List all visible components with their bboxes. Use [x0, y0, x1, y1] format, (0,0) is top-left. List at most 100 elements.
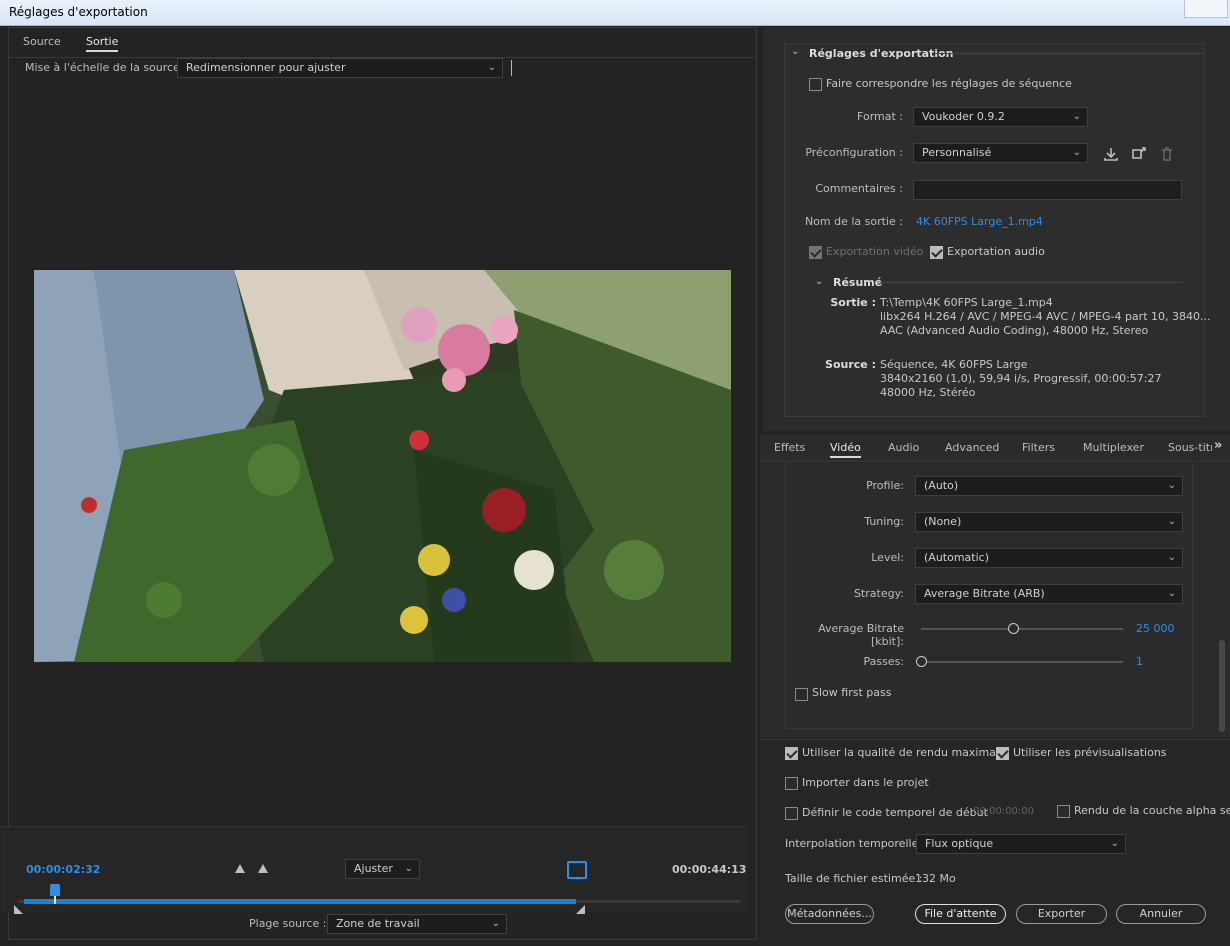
duration-timecode: 00:00:44:13	[672, 863, 747, 876]
chevron-down-icon: ⌄	[1072, 111, 1081, 122]
video-scrollbar[interactable]	[1219, 640, 1225, 732]
summary-divider	[880, 282, 1182, 283]
slow-first-pass-checkbox[interactable]	[795, 688, 808, 701]
fit-dropdown[interactable]: Ajuster ⌄	[345, 859, 420, 879]
metadata-button[interactable]: Métadonnées...	[785, 904, 874, 924]
start-timecode-value: 00:00:00:00	[973, 806, 1035, 817]
section-divider	[933, 53, 1203, 54]
profile-value: (Auto)	[924, 479, 959, 492]
close-window-button[interactable]	[1184, 0, 1228, 18]
passes-slider[interactable]	[921, 661, 1123, 663]
mark-in-icon[interactable]	[235, 864, 245, 873]
chevron-down-icon: ⌄	[1110, 838, 1119, 849]
tab-filters[interactable]: Filters	[1022, 441, 1055, 454]
summary-title: Résumé	[833, 276, 883, 289]
source-range-label: Plage source :	[249, 917, 327, 930]
scale-dropdown[interactable]: Redimensionner pour ajuster ⌄	[177, 58, 503, 78]
bitrate-value[interactable]: 25 000	[1136, 622, 1175, 635]
fit-value: Ajuster	[354, 862, 393, 875]
passes-slider-knob[interactable]	[916, 656, 927, 667]
current-timecode[interactable]: 00:00:02:32	[26, 863, 100, 876]
alpha-only-checkbox[interactable]	[1057, 805, 1070, 818]
format-dropdown[interactable]: Voukoder 0.9.2 ⌄	[913, 107, 1088, 127]
tab-video[interactable]: Vidéo	[830, 441, 861, 458]
playhead-line	[54, 896, 56, 904]
interpolation-label: Interpolation temporelle :	[785, 837, 926, 850]
cancel-button[interactable]: Annuler	[1116, 904, 1206, 924]
tab-source[interactable]: Source	[23, 35, 61, 48]
comments-label: Commentaires :	[815, 182, 903, 195]
match-sequence-checkbox[interactable]	[809, 78, 822, 91]
output-name-label: Nom de la sortie :	[804, 215, 903, 228]
window-title: Réglages d'exportation	[9, 5, 148, 19]
range-start-handle[interactable]	[14, 905, 23, 914]
use-previews-checkbox[interactable]	[996, 747, 1009, 760]
tuning-label: Tuning:	[864, 515, 904, 528]
range-end-handle[interactable]	[576, 905, 585, 914]
tab-audio[interactable]: Audio	[888, 441, 919, 454]
level-dropdown[interactable]: (Automatic) ⌄	[915, 548, 1183, 568]
strategy-value: Average Bitrate (ARB)	[924, 587, 1045, 600]
strategy-dropdown[interactable]: Average Bitrate (ARB) ⌄	[915, 584, 1183, 604]
passes-value[interactable]: 1	[1136, 655, 1143, 668]
mark-out-icon[interactable]	[258, 864, 268, 873]
tuning-dropdown[interactable]: (None) ⌄	[915, 512, 1183, 532]
cursor-divider	[511, 60, 512, 76]
comments-input[interactable]	[913, 180, 1182, 200]
profile-label: Profile:	[866, 479, 904, 492]
tab-subtitles[interactable]: Sous-titr	[1168, 441, 1212, 454]
strategy-label: Strategy:	[853, 587, 904, 600]
export-audio-checkbox[interactable]	[930, 246, 943, 259]
match-sequence-label: Faire correspondre les réglages de séque…	[826, 77, 1072, 90]
interpolation-value: Flux optique	[925, 837, 994, 850]
export-settings-title: Réglages d'exportation	[809, 47, 954, 60]
queue-button[interactable]: File d'attente	[915, 904, 1006, 924]
chevron-down-icon: ⌄	[1167, 516, 1176, 527]
interpolation-dropdown[interactable]: Flux optique ⌄	[916, 834, 1126, 854]
source-range-value: Zone de travail	[336, 917, 420, 930]
bitrate-slider-knob[interactable]	[1007, 623, 1019, 634]
chevron-down-icon: ⌄	[1167, 588, 1176, 599]
chevron-down-icon: ⌄	[1167, 480, 1176, 491]
collapse-chevron-icon[interactable]: ⌄	[791, 46, 799, 57]
crop-icon[interactable]	[567, 861, 587, 879]
bitrate-slider[interactable]	[921, 628, 1123, 630]
delete-preset-icon	[1162, 147, 1172, 161]
filesize-label: Taille de fichier estimée :	[785, 872, 923, 885]
summary-source-line: 48000 Hz, Stéréo	[880, 386, 976, 399]
import-project-checkbox[interactable]	[785, 777, 798, 790]
summary-source-line: Séquence, 4K 60FPS Large	[880, 358, 1028, 371]
export-video-label: Exportation vidéo	[826, 245, 924, 258]
summary-source-line: 3840x2160 (1,0), 59,94 i/s, Progressif, …	[880, 372, 1162, 385]
playhead-handle[interactable]	[50, 884, 60, 896]
filesize-value: 132 Mo	[915, 872, 956, 885]
max-quality-label: Utiliser la qualité de rendu maximale	[802, 746, 1006, 759]
output-name-link[interactable]: 4K 60FPS Large_1.mp4	[916, 215, 1043, 228]
timeline-range[interactable]	[24, 899, 576, 904]
tab-multiplexer[interactable]: Multiplexer	[1083, 441, 1144, 454]
export-audio-label: Exportation audio	[947, 245, 1045, 258]
source-range-dropdown[interactable]: Zone de travail ⌄	[327, 914, 507, 934]
profile-dropdown[interactable]: (Auto) ⌄	[915, 476, 1183, 496]
preset-label: Préconfiguration :	[805, 146, 903, 159]
chevron-down-icon: ⌄	[1072, 147, 1081, 158]
export-button[interactable]: Exporter	[1016, 904, 1107, 924]
tab-effects[interactable]: Effets	[774, 441, 805, 454]
summary-output-line: libx264 H.264 / AVC / MPEG-4 AVC / MPEG-…	[880, 310, 1211, 323]
summary-output-line: AAC (Advanced Audio Coding), 48000 Hz, S…	[880, 324, 1149, 337]
import-preset-icon[interactable]	[1131, 146, 1147, 162]
start-timecode-label: Définir le code temporel de début	[802, 806, 988, 819]
preset-dropdown[interactable]: Personnalisé ⌄	[913, 143, 1088, 163]
tab-output[interactable]: Sortie	[86, 35, 119, 52]
tab-advanced[interactable]: Advanced	[945, 441, 999, 454]
level-value: (Automatic)	[924, 551, 989, 564]
import-project-label: Importer dans le projet	[802, 776, 929, 789]
tabs-overflow-icon[interactable]: »	[1214, 438, 1222, 453]
scale-value: Redimensionner pour ajuster	[186, 61, 346, 74]
summary-chevron-icon[interactable]: ⌄	[815, 276, 823, 287]
max-quality-checkbox[interactable]	[785, 747, 798, 760]
start-timecode-checkbox[interactable]	[785, 807, 798, 820]
save-preset-icon[interactable]	[1103, 146, 1119, 162]
export-video-checkbox	[809, 246, 822, 259]
chevron-down-icon: ⌄	[404, 863, 413, 874]
